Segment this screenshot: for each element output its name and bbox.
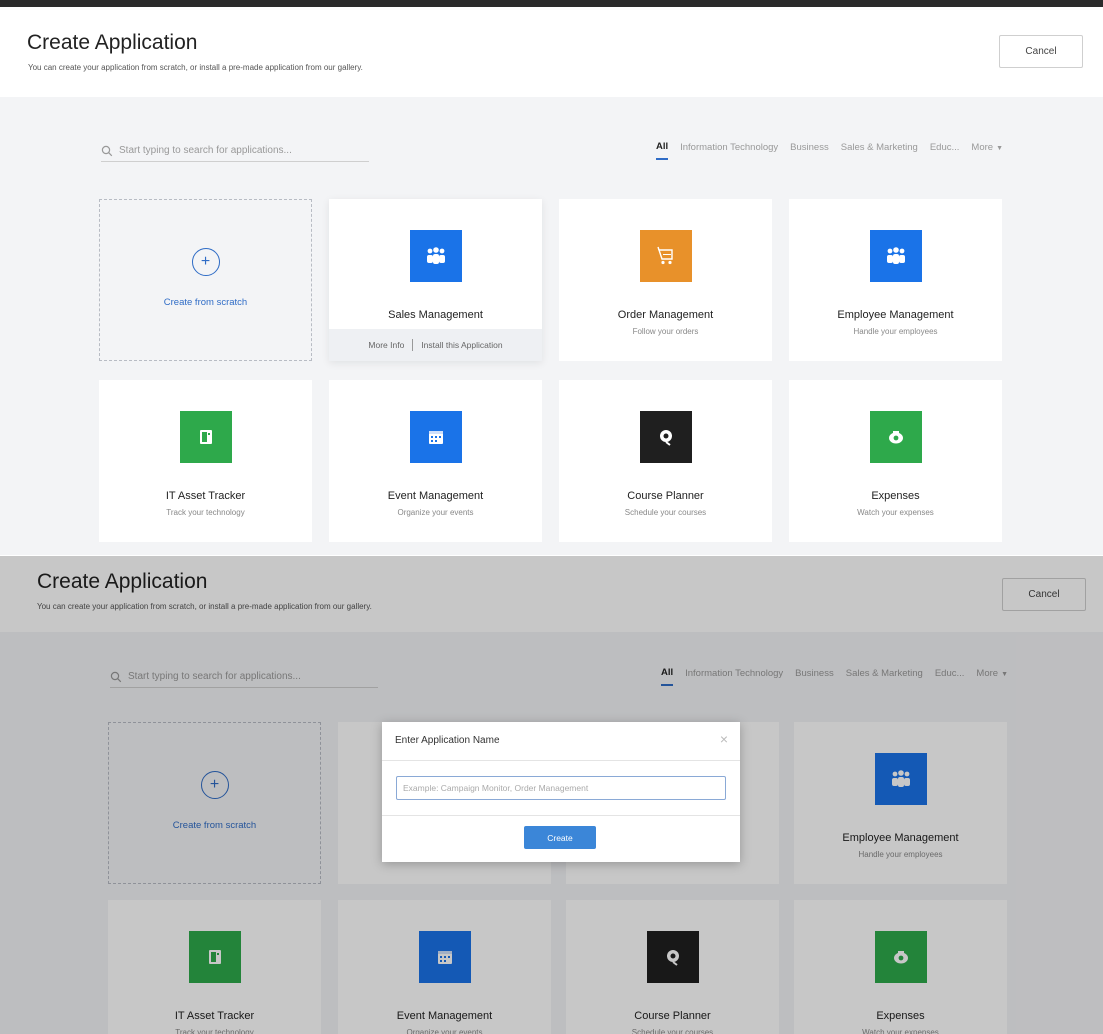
install-application-link[interactable]: Install this Application	[421, 340, 502, 350]
page-title: Create Application	[27, 31, 198, 54]
app-card-name: Order Management	[617, 309, 714, 321]
app-card-it-asset-tracker[interactable]: IT Asset Tracker Track your technology	[99, 380, 312, 542]
page-subtitle: You can create your application from scr…	[28, 63, 363, 72]
app-card-hover-actions: More Info Install this Application	[329, 329, 542, 361]
close-icon[interactable]: ×	[720, 731, 728, 747]
page-header: Create Application You can create your a…	[0, 7, 1103, 97]
filter-more-label: More	[971, 142, 994, 153]
caret-down-icon: ▼	[996, 145, 1003, 152]
more-info-link[interactable]: More Info	[368, 340, 404, 350]
cancel-button[interactable]: Cancel	[999, 35, 1083, 68]
app-card-name: Event Management	[387, 490, 484, 502]
app-card-employee-management[interactable]: Employee Management Handle your employee…	[789, 199, 1002, 361]
piggy-bank-icon	[869, 411, 922, 463]
course-icon	[639, 411, 692, 463]
divider	[382, 815, 740, 816]
divider	[412, 339, 414, 351]
category-filters: All Information Technology Business Sale…	[655, 141, 1003, 160]
divider	[382, 760, 740, 761]
search-input[interactable]: Start typing to search for applications.…	[119, 145, 292, 156]
calendar-icon	[409, 411, 462, 463]
filter-sales-marketing[interactable]: Sales & Marketing	[841, 142, 918, 159]
search-bar[interactable]: Start typing to search for applications.…	[101, 140, 369, 162]
application-name-dialog: Enter Application Name × Create	[382, 722, 740, 862]
dialog-title: Enter Application Name	[395, 735, 500, 746]
plus-icon: +	[191, 248, 220, 276]
app-card-description: Schedule your courses	[624, 508, 707, 517]
application-name-input[interactable]	[396, 776, 726, 800]
app-card-sales-management[interactable]: Sales Management More Info Install this …	[329, 199, 542, 361]
filter-more[interactable]: More ▼	[971, 142, 1003, 159]
app-card-order-management[interactable]: Order Management Follow your orders	[559, 199, 772, 361]
app-card-expenses[interactable]: Expenses Watch your expenses	[789, 380, 1002, 542]
create-button[interactable]: Create	[524, 826, 596, 849]
device-icon	[179, 411, 232, 463]
app-card-description: Handle your employees	[853, 327, 938, 336]
app-card-course-planner[interactable]: Course Planner Schedule your courses	[559, 380, 772, 542]
gallery-area: Start typing to search for applications.…	[0, 97, 1103, 555]
filter-education[interactable]: Educ...	[930, 142, 960, 159]
app-card-name: IT Asset Tracker	[165, 490, 246, 502]
app-card-description: Track your technology	[166, 508, 245, 517]
app-card-description: Organize your events	[397, 508, 474, 517]
app-card-name: Course Planner	[627, 490, 704, 502]
top-bar	[0, 0, 1103, 7]
people-icon	[869, 230, 922, 282]
app-card-description: Follow your orders	[632, 327, 699, 336]
filter-all[interactable]: All	[655, 141, 669, 160]
create-from-scratch-label: Create from scratch	[163, 297, 248, 308]
app-card-name: Sales Management	[388, 309, 483, 321]
create-from-scratch-card[interactable]: + Create from scratch	[99, 199, 312, 361]
filter-information-technology[interactable]: Information Technology	[680, 142, 778, 159]
create-application-screen: Create Application You can create your a…	[0, 7, 1103, 555]
filter-business[interactable]: Business	[790, 142, 829, 159]
app-card-description: Watch your expenses	[857, 508, 934, 517]
cart-icon	[639, 230, 692, 282]
search-icon	[101, 145, 113, 156]
app-card-event-management[interactable]: Event Management Organize your events	[329, 380, 542, 542]
app-card-name: Expenses	[871, 490, 920, 502]
people-icon	[409, 230, 462, 282]
create-application-modal-screen: Create Application You can create your a…	[0, 556, 1103, 1034]
app-card-name: Employee Management	[837, 309, 954, 321]
